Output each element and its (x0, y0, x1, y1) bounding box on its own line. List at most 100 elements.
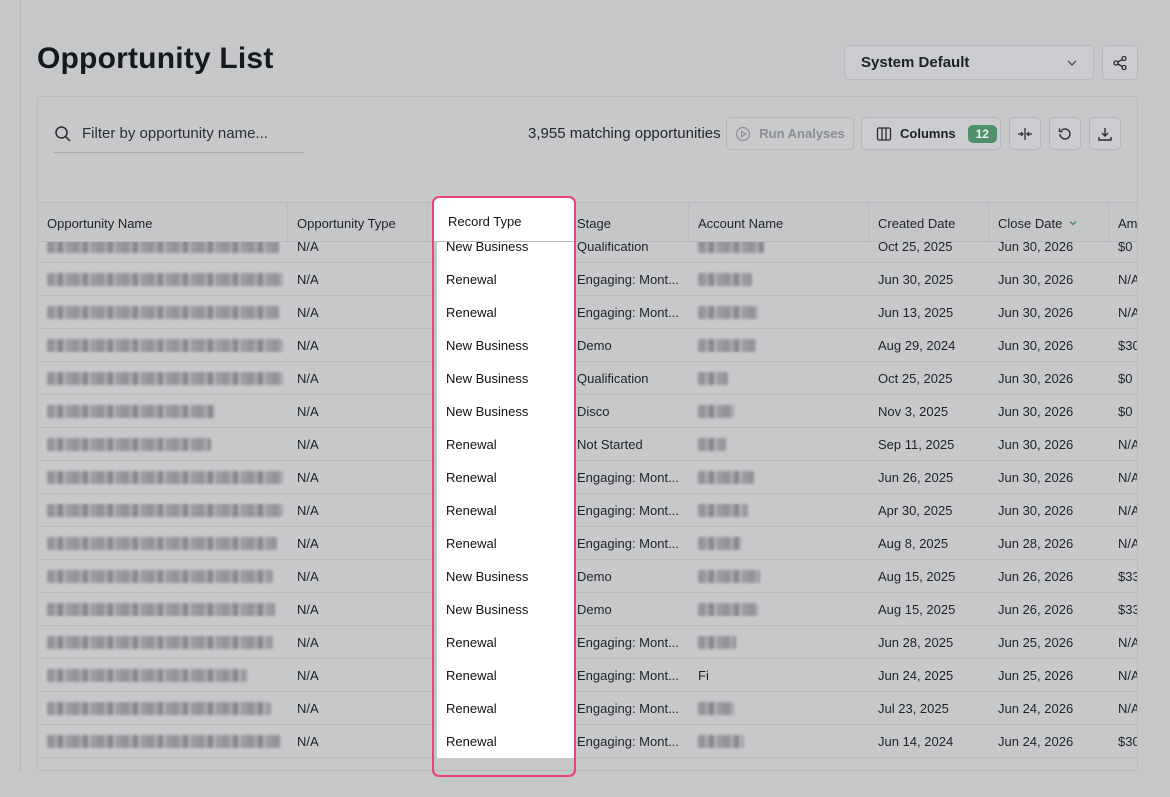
table-row[interactable]: N/A Renewal Engaging: Mont... Jun 28, 2025 J… (38, 626, 1138, 659)
column-header-record-type-label: Record Type (448, 214, 522, 229)
stage-cell: Qualification (577, 371, 649, 386)
account-name-cell (689, 242, 869, 263)
amount-cell: N/A (1118, 470, 1138, 485)
table-row[interactable]: N/A New Business Demo Aug 15, 2025 Jun 26, 2… (38, 593, 1137, 626)
search-box[interactable] (54, 115, 304, 153)
redacted-text (47, 537, 277, 550)
view-select[interactable]: System Default (844, 45, 1094, 80)
table-row[interactable]: N/A Renewal Engaging: Mont... Jun 14, 2024 J… (38, 725, 1137, 758)
record-type-cell: Renewal (437, 725, 575, 758)
column-header-created-date[interactable]: Created Date (869, 203, 989, 243)
close-date-cell: Jun 30, 2026 (998, 242, 1074, 254)
play-circle-icon (736, 126, 751, 141)
opportunity-type-cell: N/A (297, 305, 319, 320)
redacted-text (698, 273, 752, 286)
table-row[interactable]: N/A New Business Demo Aug 29, 2024 Jun 30, 2… (38, 329, 1138, 362)
account-name-cell (689, 263, 869, 296)
refresh-icon (1058, 127, 1071, 140)
record-type-cell: New Business (437, 362, 575, 395)
close-date-cell: Jun 30, 2026 (998, 272, 1074, 287)
record-type-cell: New Business (437, 593, 575, 626)
opportunity-type-cell: N/A (297, 404, 319, 419)
search-input[interactable] (82, 125, 292, 142)
table-row[interactable]: N/A Renewal Engaging: Mont... Jun 13, 2025 J… (38, 296, 1137, 329)
opportunity-type-cell: N/A (297, 371, 319, 386)
created-date-cell: Jun 30, 2025 (878, 272, 954, 287)
record-type-cell: Renewal (437, 428, 575, 461)
close-date-cell: Jun 30, 2026 (998, 470, 1074, 485)
table-row[interactable]: N/A Renewal Engaging: Mont... Fi Jun 24, 202… (38, 659, 1137, 692)
stage-cell: Qualification (577, 242, 649, 254)
run-analyses-button[interactable]: Run Analyses (726, 117, 854, 150)
redacted-text (698, 405, 734, 418)
column-header-close-date[interactable]: Close Date (989, 203, 1109, 243)
redacted-text (47, 471, 283, 484)
redacted-text (47, 636, 273, 649)
close-date-cell: Jun 30, 2026 (998, 404, 1074, 419)
table-row[interactable]: N/A New Business Qualification Oct 25, 2025… (38, 362, 1137, 395)
redacted-text (698, 471, 754, 484)
created-date-cell: Apr 30, 2025 (878, 503, 953, 518)
redacted-text (698, 504, 748, 517)
download-button[interactable] (1089, 117, 1121, 150)
column-header-opportunity-type[interactable]: Opportunity Type (288, 203, 428, 243)
opportunity-name-cell (38, 263, 288, 296)
share-button[interactable] (1102, 45, 1138, 80)
opportunity-name-cell (38, 329, 288, 362)
opportunity-name-cell (38, 461, 288, 494)
account-name-cell (689, 626, 869, 659)
redacted-text (47, 372, 283, 385)
opportunity-name-cell (38, 428, 288, 461)
table-row[interactable]: N/A Renewal Engaging: Mont... Jun 26, 2025 J… (38, 461, 1138, 494)
account-name-cell (689, 593, 869, 626)
view-select-value: System Default (861, 54, 970, 71)
column-header-amount[interactable]: Am (1109, 203, 1137, 243)
account-name-cell (689, 362, 869, 395)
amount-cell: N/A (1118, 635, 1138, 650)
close-date-cell: Jun 30, 2026 (998, 338, 1074, 353)
table-row[interactable]: N/A New Business Qualification Oct 25, 2025… (38, 242, 1137, 263)
columns-label: Columns (900, 126, 956, 141)
table-row[interactable]: N/A Renewal Not Started Sep 11, 2025 Jun 30,… (38, 428, 1137, 461)
redacted-text (698, 306, 758, 319)
redacted-text (47, 306, 279, 319)
opportunity-name-cell (38, 242, 288, 263)
record-type-cell: Renewal (437, 659, 575, 692)
record-type-cell: Renewal (437, 527, 575, 560)
column-header-stage[interactable]: Stage (569, 203, 689, 243)
redacted-text (698, 372, 728, 385)
table-row[interactable]: N/A Renewal Engaging: Mont... Jun 30, 2025 J… (38, 263, 1138, 296)
redacted-text (47, 504, 283, 517)
table-row[interactable]: N/A New Business Disco Nov 3, 2025 Jun 30, 2… (38, 395, 1137, 428)
opportunity-name-cell (38, 527, 288, 560)
amount-cell: N/A (1118, 272, 1138, 287)
opportunity-type-cell: N/A (297, 272, 319, 287)
close-date-cell: Jun 30, 2026 (998, 503, 1074, 518)
table-row[interactable]: N/A Renewal Engaging: Mont... Jul 23, 2025 J… (38, 692, 1137, 725)
opportunity-type-cell: N/A (297, 242, 319, 254)
table-row[interactable]: N/A Renewal Engaging: Mont... Aug 8, 2025 Ju… (38, 527, 1137, 560)
stage-cell: Demo (577, 602, 612, 617)
table-body: N/A New Business Qualification Oct 25, 2025… (38, 242, 1138, 770)
redacted-text (47, 669, 247, 682)
refresh-button[interactable] (1049, 117, 1081, 150)
page-left-rule (20, 0, 21, 773)
amount-cell: $30 (1118, 338, 1138, 353)
stage-cell: Engaging: Mont... (577, 272, 679, 287)
amount-cell: $0 (1118, 242, 1133, 254)
table-row[interactable]: N/A New Business Demo Aug 15, 2025 Jun 26, 2… (38, 560, 1137, 593)
column-header-account-name[interactable]: Account Name (689, 203, 869, 243)
redacted-text (698, 537, 742, 550)
resize-columns-button[interactable] (1009, 117, 1041, 150)
columns-button[interactable]: Columns 12 (861, 117, 1001, 150)
opportunity-name-cell (38, 560, 288, 593)
created-date-cell: Jun 26, 2025 (878, 470, 954, 485)
opportunity-name-cell (38, 692, 288, 725)
table-header: Opportunity Name Opportunity Type Stage … (38, 202, 1137, 243)
record-type-cell: New Business (437, 329, 575, 362)
column-header-opportunity-name[interactable]: Opportunity Name (38, 203, 288, 243)
close-date-cell: Jun 26, 2026 (998, 569, 1074, 584)
record-type-cell: Renewal (437, 494, 575, 527)
record-type-cell: New Business (437, 395, 575, 428)
table-row[interactable]: N/A Renewal Engaging: Mont... Apr 30, 2025 J… (38, 494, 1137, 527)
